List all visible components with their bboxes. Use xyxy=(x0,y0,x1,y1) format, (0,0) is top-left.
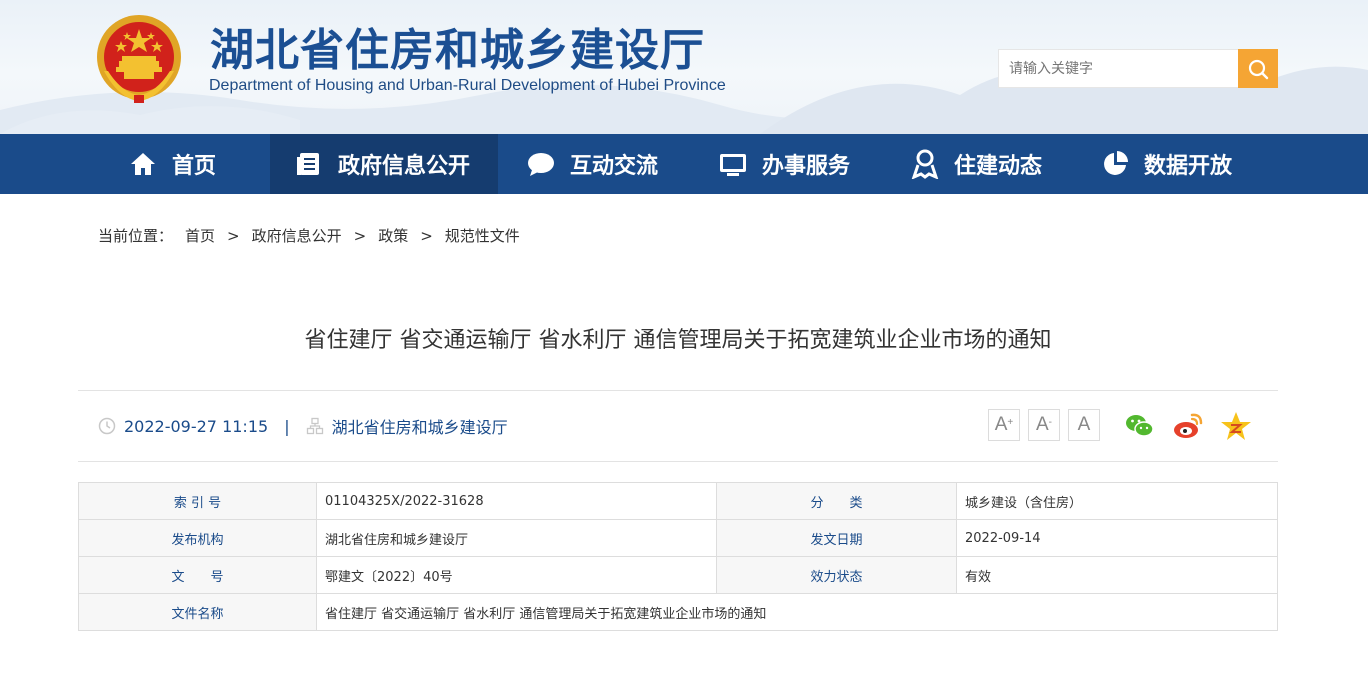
table-row: 文件名称 省住建厅 省交通运输厅 省水利厅 通信管理局关于拓宽建筑业企业市场的通… xyxy=(78,593,1278,631)
national-emblem-icon xyxy=(97,15,181,103)
info-key-issue-date: 发文日期 xyxy=(716,519,957,557)
breadcrumb-link-policy[interactable]: 政策 xyxy=(378,225,408,246)
info-value-index: 01104325X/2022-31628 xyxy=(316,482,717,520)
organization-icon xyxy=(306,417,324,435)
location-person-icon xyxy=(910,149,940,179)
search-input[interactable] xyxy=(998,49,1238,88)
breadcrumb-label: 当前位置： xyxy=(98,227,174,245)
clock-icon xyxy=(98,417,116,435)
breadcrumb-separator: > xyxy=(227,226,240,245)
info-key-validity: 效力状态 xyxy=(716,556,957,594)
site-subtitle: Department of Housing and Urban-Rural De… xyxy=(209,77,726,94)
divider xyxy=(78,461,1278,462)
chat-bubble-icon xyxy=(526,149,556,179)
breadcrumb-link-gov-info[interactable]: 政府信息公开 xyxy=(252,225,342,246)
font-large-mark: + xyxy=(1007,416,1014,428)
document-info-table: 索 引 号 01104325X/2022-31628 分 类 城乡建设（含住房）… xyxy=(78,482,1278,631)
weibo-icon[interactable] xyxy=(1172,410,1204,442)
breadcrumb-link-home[interactable]: 首页 xyxy=(185,225,215,246)
info-key-doc-number: 文 号 xyxy=(78,556,317,594)
search-button[interactable] xyxy=(1238,49,1278,88)
wechat-icon[interactable] xyxy=(1124,410,1156,442)
site-title: 湖北省住房和城乡建设厅 xyxy=(210,25,705,76)
table-row: 发布机构 湖北省住房和城乡建设厅 发文日期 2022-09-14 xyxy=(78,519,1278,557)
nav-item-label: 数据开放 xyxy=(1144,154,1233,179)
nav-item-home[interactable]: 首页 xyxy=(128,134,216,194)
nav-item-label: 首页 xyxy=(172,154,217,179)
font-small-glyph: A xyxy=(1035,414,1049,435)
breadcrumb-separator: > xyxy=(353,226,367,245)
meta-separator: | xyxy=(284,416,290,436)
font-normal-glyph: A xyxy=(1077,414,1091,435)
breadcrumb: 当前位置： 首页 > 政府信息公开 > 政策 > 规范性文件 xyxy=(98,225,520,246)
publish-source: 湖北省住房和城乡建设厅 xyxy=(331,418,508,437)
breadcrumb-link-normative-docs[interactable]: 规范性文件 xyxy=(445,225,520,246)
info-key-publisher: 发布机构 xyxy=(78,519,317,557)
nav-item-gov-info[interactable]: 政府信息公开 xyxy=(270,134,498,194)
info-value-category: 城乡建设（含住房） xyxy=(956,482,1278,520)
publish-datetime: 2022-09-27 11:15 xyxy=(124,416,269,436)
nav-item-label: 办事服务 xyxy=(762,154,851,179)
info-value-validity: 有效 xyxy=(956,556,1278,594)
nav-item-services[interactable]: 办事服务 xyxy=(718,134,850,194)
font-large-glyph: A xyxy=(994,414,1008,435)
info-value-doc-number: 鄂建文〔2022〕40号 xyxy=(316,556,717,594)
nav-item-label: 住建动态 xyxy=(954,154,1043,179)
article-title: 省住建厅 省交通运输厅 省水利厅 通信管理局关于拓宽建筑业企业市场的通知 xyxy=(304,328,1052,353)
document-list-icon xyxy=(294,149,324,179)
info-value-publisher: 湖北省住房和城乡建设厅 xyxy=(316,519,717,557)
info-key-category: 分 类 xyxy=(716,482,957,520)
nav-item-open-data[interactable]: 数据开放 xyxy=(1100,134,1232,194)
home-icon xyxy=(128,149,158,179)
font-small-mark: - xyxy=(1048,416,1053,428)
table-row: 文 号 鄂建文〔2022〕40号 效力状态 有效 xyxy=(78,556,1278,594)
search-icon xyxy=(1248,59,1269,79)
site-header: 湖北省住房和城乡建设厅 Department of Housing and Ur… xyxy=(0,0,1368,134)
info-key-doc-name: 文件名称 xyxy=(78,593,317,631)
divider xyxy=(78,390,1278,391)
info-value-doc-name: 省住建厅 省交通运输厅 省水利厅 通信管理局关于拓宽建筑业企业市场的通知 xyxy=(316,593,1278,631)
font-size-small-button[interactable]: A- xyxy=(1028,409,1060,441)
pie-chart-icon xyxy=(1100,149,1130,179)
nav-item-label: 政府信息公开 xyxy=(338,154,471,179)
monitor-icon xyxy=(718,149,748,179)
info-value-issue-date: 2022-09-14 xyxy=(956,519,1278,557)
font-size-normal-button[interactable]: A xyxy=(1068,409,1100,441)
info-key-index: 索 引 号 xyxy=(78,482,317,520)
article-meta: 2022-09-27 11:15 | 湖北省住房和城乡建设厅 xyxy=(98,414,508,438)
nav-item-interaction[interactable]: 互动交流 xyxy=(526,134,658,194)
nav-item-label: 互动交流 xyxy=(570,154,659,179)
breadcrumb-separator: > xyxy=(420,226,433,245)
table-row: 索 引 号 01104325X/2022-31628 分 类 城乡建设（含住房） xyxy=(78,482,1278,520)
qzone-icon[interactable] xyxy=(1220,410,1252,442)
main-nav: 首页 政府信息公开 互动交流 办事服务 住建动态 数据开放 xyxy=(0,134,1368,194)
font-size-large-button[interactable]: A + xyxy=(988,409,1020,441)
nav-item-news[interactable]: 住建动态 xyxy=(910,134,1042,194)
